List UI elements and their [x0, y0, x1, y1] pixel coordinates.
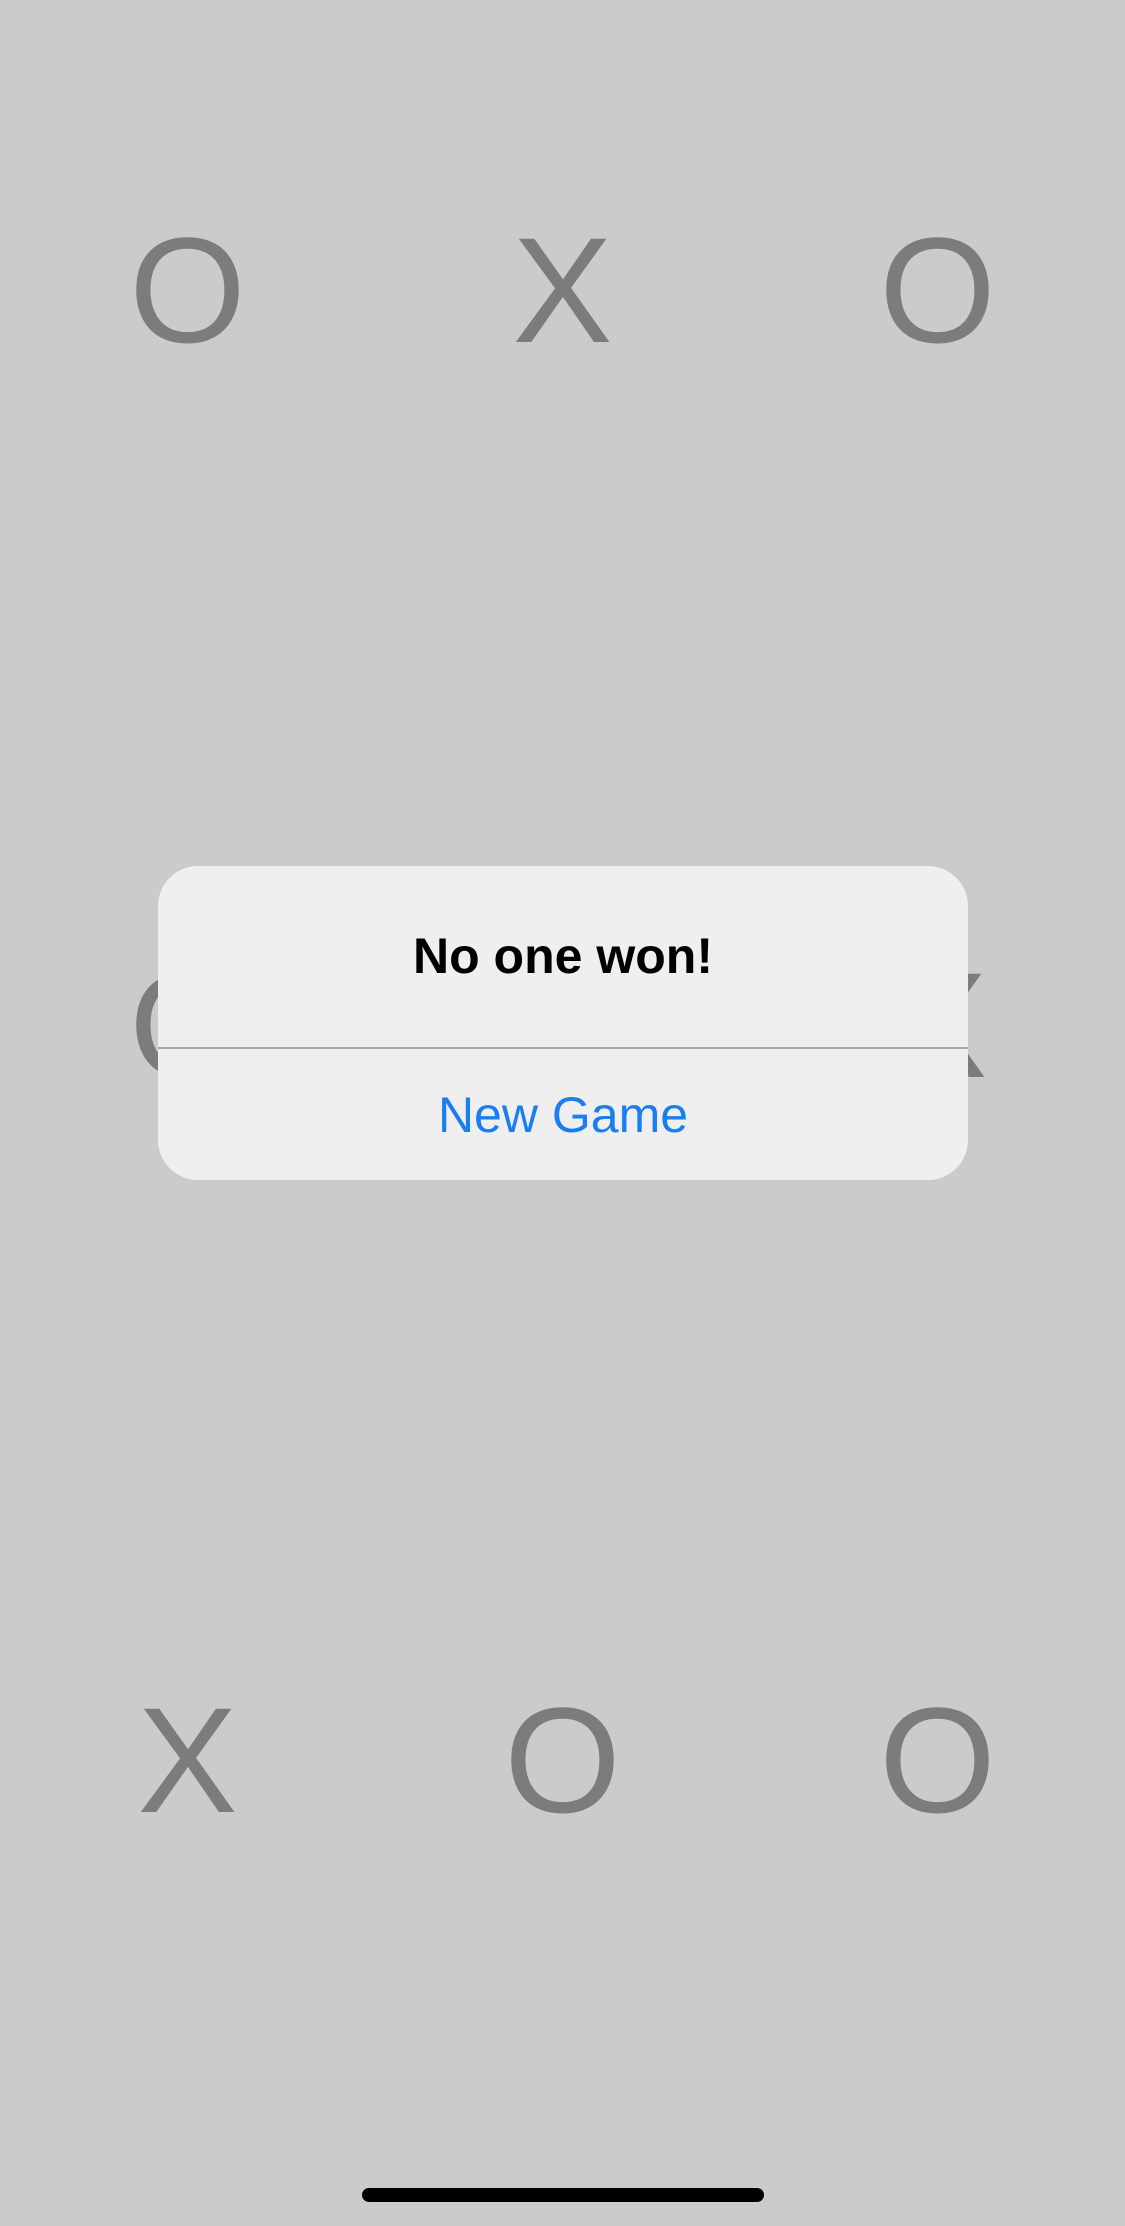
game-over-alert: No one won! New Game — [158, 866, 968, 1180]
board-cell-2-1[interactable]: O — [375, 1660, 750, 1860]
alert-title: No one won! — [413, 928, 713, 984]
board-cell-2-0[interactable]: X — [0, 1660, 375, 1860]
board-cell-2-2[interactable]: O — [750, 1660, 1125, 1860]
game-screen: O X O O X X O O No one won! New Game — [0, 0, 1125, 2226]
home-indicator[interactable] — [362, 2188, 764, 2202]
board-cell-0-0[interactable]: O — [0, 190, 375, 390]
board-cell-0-2[interactable]: O — [750, 190, 1125, 390]
board-cell-0-1[interactable]: X — [375, 190, 750, 390]
new-game-button[interactable]: New Game — [158, 1049, 968, 1180]
